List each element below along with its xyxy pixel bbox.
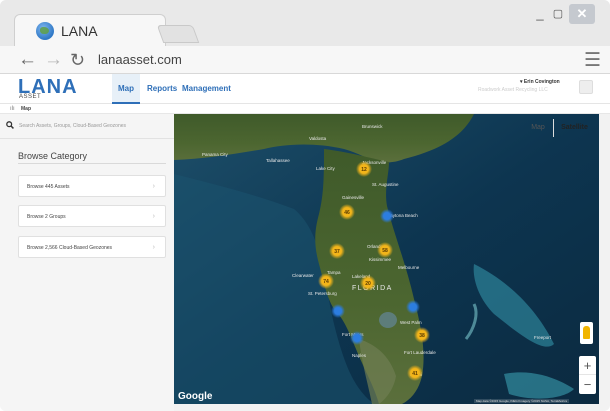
map-type-satellite-button[interactable]: Satellite	[553, 119, 595, 137]
chevron-right-icon: ›	[152, 244, 155, 251]
search-icon	[6, 121, 14, 129]
pegman-icon[interactable]	[580, 322, 593, 344]
map-cluster-yellow[interactable]: 41	[407, 365, 423, 381]
map-attribution[interactable]: Map data ©2015 Google, INEGI Imagery ©20…	[474, 399, 570, 403]
nav-tab-management[interactable]: Management	[182, 74, 231, 104]
google-logo[interactable]: Google	[178, 391, 212, 402]
user-menu[interactable]: ▾ Erin Covington	[520, 79, 560, 85]
new-tab-button[interactable]	[156, 25, 200, 43]
browser-window: LANA _ ▢ ✕ ← → ↻ lanaasset.com ☰ LANA AS…	[0, 0, 610, 411]
browse-item-label: Browse 2 Groups	[27, 214, 66, 220]
arrow-right-icon[interactable]: →	[44, 50, 63, 70]
lana-logo[interactable]: LANA ASSET	[18, 76, 78, 102]
search-input[interactable]	[19, 119, 169, 133]
map-cluster-yellow[interactable]: 12	[356, 161, 372, 177]
map-label: Brunswick	[362, 124, 383, 129]
map-label: Kissimmee	[369, 257, 392, 262]
map-cluster-blue[interactable]	[406, 300, 420, 314]
satellite-map[interactable]: Tallahassee Jacksonville St. Augustine G…	[174, 114, 599, 404]
map-cluster-yellow[interactable]: 74	[318, 273, 334, 289]
map-label: St. Petersburg	[308, 291, 337, 296]
map-cluster-blue[interactable]	[350, 331, 364, 345]
bar-chart-icon: ılı	[10, 106, 15, 112]
search-bar	[6, 119, 170, 133]
globe-icon	[36, 22, 54, 40]
map-cluster-yellow[interactable]: 58	[377, 242, 393, 258]
breadcrumb-current: Map	[21, 106, 31, 112]
app-header: LANA ASSET Map Reports Management ▾ Erin…	[0, 74, 610, 104]
nav-tab-reports[interactable]: Reports	[147, 74, 177, 104]
map-label: Fort Lauderdale	[404, 350, 436, 355]
address-bar: ← → ↻ lanaasset.com ☰	[0, 46, 610, 74]
arrow-left-icon[interactable]: ←	[18, 50, 37, 70]
cluster-count: 74	[323, 279, 329, 285]
browse-item-label: Browse 2,566 Cloud-Based Geozones	[27, 245, 113, 251]
map-cluster-yellow[interactable]: 46	[339, 204, 355, 220]
cluster-count: 37	[334, 249, 340, 255]
map-canvas[interactable]: Tallahassee Jacksonville St. Augustine G…	[174, 114, 599, 404]
cluster-count: 12	[361, 167, 367, 173]
map-cluster-yellow[interactable]: 37	[329, 243, 345, 259]
chevron-right-icon: ›	[152, 213, 155, 220]
close-window-button[interactable]: ✕	[569, 4, 595, 24]
browse-assets-button[interactable]: Browse 445 Assets ›	[18, 175, 166, 197]
url-field[interactable]: lanaasset.com	[98, 52, 182, 67]
map-label: Lake City	[316, 166, 336, 171]
tab-strip: LANA _ ▢ ✕	[0, 0, 610, 46]
browse-geozones-button[interactable]: Browse 2,566 Cloud-Based Geozones ›	[18, 236, 166, 258]
logo-subtext: ASSET	[19, 94, 42, 100]
map-type-map-button[interactable]: Map	[523, 119, 553, 137]
cluster-count: 46	[344, 210, 350, 216]
tab-title: LANA	[61, 23, 98, 39]
minimize-button[interactable]: _	[532, 4, 548, 24]
user-name: Erin Covington	[523, 79, 560, 85]
chevron-right-icon: ›	[152, 183, 155, 190]
map-cluster-yellow[interactable]: 38	[414, 327, 430, 343]
map-label: West Palm	[400, 320, 422, 325]
map-cluster-blue[interactable]	[380, 209, 394, 223]
map-label: Panama City	[202, 152, 229, 157]
cluster-count: 58	[382, 248, 388, 254]
map-label: Melbourne	[398, 265, 420, 270]
divider	[18, 163, 166, 164]
zoom-control: + −	[579, 356, 596, 394]
map-label: St. Augustine	[372, 182, 399, 187]
avatar[interactable]	[579, 80, 593, 94]
user-organization: Roadwork Asset Recycling LLC	[478, 87, 548, 93]
maximize-button[interactable]: ▢	[550, 4, 566, 24]
cluster-count: 41	[412, 371, 418, 377]
map-label: Clearwater	[292, 273, 314, 278]
reload-icon[interactable]: ↻	[70, 50, 85, 70]
sidebar: Browse Category Browse 445 Assets › Brow…	[0, 114, 174, 411]
browse-groups-button[interactable]: Browse 2 Groups ›	[18, 205, 166, 227]
map-cluster-blue[interactable]	[331, 304, 345, 318]
zoom-in-button[interactable]: +	[579, 356, 596, 375]
browse-item-label: Browse 445 Assets	[27, 184, 70, 190]
map-label: Valdosta	[309, 136, 327, 141]
nav-tab-map[interactable]: Map	[112, 74, 140, 104]
map-cluster-yellow[interactable]: 20	[360, 275, 376, 291]
browse-category-heading: Browse Category	[18, 151, 88, 161]
map-label: Gainesville	[342, 195, 365, 200]
hamburger-icon[interactable]: ☰	[584, 49, 601, 72]
cluster-count: 20	[365, 281, 371, 287]
zoom-out-button[interactable]: −	[579, 375, 596, 394]
divider	[0, 138, 174, 139]
browser-tab[interactable]: LANA	[14, 14, 166, 46]
map-label: Tallahassee	[266, 158, 290, 163]
breadcrumb: ılı Map	[0, 104, 610, 114]
map-label: Naples	[352, 353, 367, 358]
cluster-count: 38	[419, 333, 425, 339]
map-label: Freeport	[534, 335, 552, 340]
